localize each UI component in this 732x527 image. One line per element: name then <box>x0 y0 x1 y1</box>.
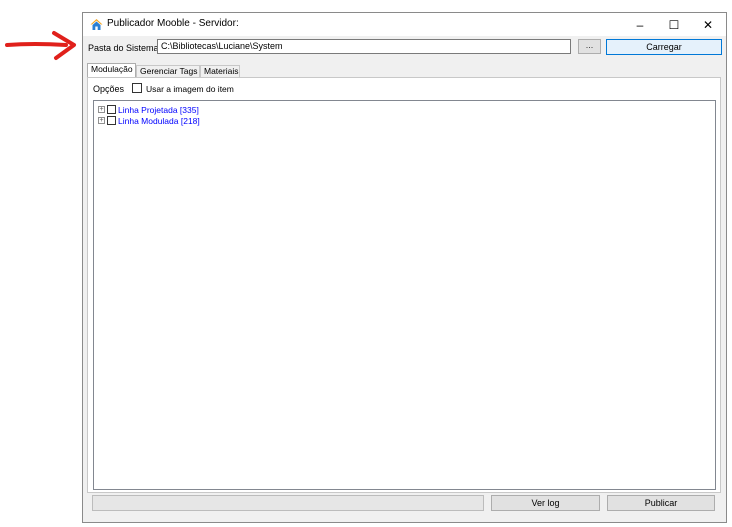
tab-materiais[interactable]: Materiais <box>200 65 240 77</box>
tree-item-label[interactable]: Linha Projetada [335] <box>118 105 199 115</box>
window-title: Publicador Mooble - Servidor: <box>107 18 239 29</box>
title-bar[interactable]: Publicador Mooble - Servidor: – ☐ ✕ <box>83 13 726 36</box>
use-item-image-label[interactable]: Usar a imagem do item <box>146 84 234 94</box>
annotation-arrow-icon <box>5 31 76 60</box>
maximize-button[interactable]: ☐ <box>657 13 691 36</box>
tree-item[interactable]: + Linha Projetada [335] <box>98 104 199 115</box>
item-tree[interactable]: + Linha Projetada [335] + Linha Modulada… <box>93 100 716 490</box>
expand-plus-icon[interactable]: + <box>98 106 105 113</box>
main-window: Publicador Mooble - Servidor: – ☐ ✕ Past… <box>82 12 727 523</box>
expand-plus-icon[interactable]: + <box>98 117 105 124</box>
view-log-button[interactable]: Ver log <box>491 495 600 511</box>
tree-item-label[interactable]: Linha Modulada [218] <box>118 116 200 126</box>
house-icon <box>90 19 103 30</box>
options-label: Opções <box>93 84 125 94</box>
load-button[interactable]: Carregar <box>606 39 722 55</box>
publish-button[interactable]: Publicar <box>607 495 715 511</box>
system-folder-input[interactable]: C:\Bibliotecas\Luciane\System <box>157 39 571 54</box>
tree-item[interactable]: + Linha Modulada [218] <box>98 115 200 126</box>
close-button[interactable]: ✕ <box>691 13 725 36</box>
tab-gerenciar-tags[interactable]: Gerenciar Tags <box>136 65 200 77</box>
browse-button[interactable]: ... <box>578 39 601 54</box>
tab-modulacao[interactable]: Modulação <box>87 63 136 77</box>
modulacao-panel: Opções Usar a imagem do item + Linha Pro… <box>87 77 721 493</box>
tree-item-checkbox[interactable] <box>107 116 116 125</box>
minimize-button[interactable]: – <box>623 13 657 36</box>
tree-item-checkbox[interactable] <box>107 105 116 114</box>
use-item-image-checkbox[interactable] <box>132 83 142 93</box>
progress-bar <box>92 495 484 511</box>
system-folder-label: Pasta do Sistema: <box>88 43 162 53</box>
